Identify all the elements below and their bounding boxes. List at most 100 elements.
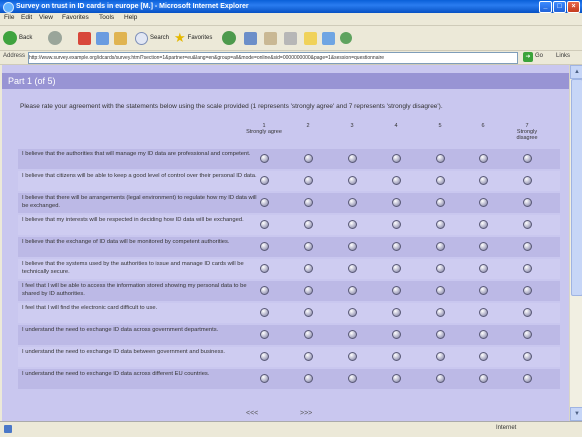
rating-radio-6[interactable] <box>479 242 488 251</box>
rating-radio-2[interactable] <box>304 220 313 229</box>
rating-radio-2[interactable] <box>304 242 313 251</box>
menu-view[interactable]: View <box>39 14 53 21</box>
rating-radio-5[interactable] <box>436 286 445 295</box>
rating-radio-3[interactable] <box>348 220 357 229</box>
home-button[interactable] <box>114 30 127 46</box>
rating-radio-5[interactable] <box>436 242 445 251</box>
rating-radio-4[interactable] <box>392 264 401 273</box>
menu-favorites[interactable]: Favorites <box>62 14 89 21</box>
rating-radio-3[interactable] <box>348 242 357 251</box>
rating-radio-1[interactable] <box>260 330 269 339</box>
rating-radio-5[interactable] <box>436 352 445 361</box>
discuss-button[interactable] <box>322 30 335 46</box>
rating-radio-6[interactable] <box>479 330 488 339</box>
refresh-button[interactable] <box>96 30 109 46</box>
rating-radio-6[interactable] <box>479 154 488 163</box>
rating-radio-4[interactable] <box>392 286 401 295</box>
rating-radio-4[interactable] <box>392 220 401 229</box>
rating-radio-1[interactable] <box>260 198 269 207</box>
scroll-down-icon[interactable]: ▼ <box>570 407 582 421</box>
rating-radio-2[interactable] <box>304 308 313 317</box>
menu-edit[interactable]: Edit <box>21 14 32 21</box>
rating-radio-7[interactable] <box>523 330 532 339</box>
rating-radio-4[interactable] <box>392 374 401 383</box>
rating-radio-2[interactable] <box>304 264 313 273</box>
rating-radio-3[interactable] <box>348 286 357 295</box>
links-button[interactable]: Links <box>556 53 570 59</box>
rating-radio-2[interactable] <box>304 198 313 207</box>
address-input[interactable]: http://www.survey.example.org/idcards/su… <box>28 52 518 64</box>
rating-radio-6[interactable] <box>479 352 488 361</box>
rating-radio-2[interactable] <box>304 330 313 339</box>
rating-radio-1[interactable] <box>260 286 269 295</box>
vertical-scrollbar[interactable]: ▲ ▼ <box>569 65 582 421</box>
search-button[interactable]: Search <box>135 30 169 46</box>
rating-radio-7[interactable] <box>523 286 532 295</box>
rating-radio-3[interactable] <box>348 198 357 207</box>
rating-radio-6[interactable] <box>479 374 488 383</box>
rating-radio-6[interactable] <box>479 286 488 295</box>
rating-radio-3[interactable] <box>348 264 357 273</box>
rating-radio-1[interactable] <box>260 220 269 229</box>
rating-radio-2[interactable] <box>304 286 313 295</box>
rating-radio-6[interactable] <box>479 308 488 317</box>
rating-radio-1[interactable] <box>260 308 269 317</box>
rating-radio-3[interactable] <box>348 352 357 361</box>
rating-radio-6[interactable] <box>479 198 488 207</box>
rating-radio-7[interactable] <box>523 264 532 273</box>
mail-button[interactable] <box>264 30 277 46</box>
go-arrow-icon[interactable]: ➜ <box>523 52 533 62</box>
rating-radio-3[interactable] <box>348 154 357 163</box>
rating-radio-2[interactable] <box>304 352 313 361</box>
rating-radio-5[interactable] <box>436 330 445 339</box>
messenger-button[interactable] <box>340 30 352 46</box>
rating-radio-7[interactable] <box>523 308 532 317</box>
edit-button[interactable] <box>304 30 317 46</box>
next-page-link[interactable]: >>> <box>300 410 312 417</box>
rating-radio-5[interactable] <box>436 198 445 207</box>
rating-radio-2[interactable] <box>304 154 313 163</box>
rating-radio-5[interactable] <box>436 264 445 273</box>
close-button[interactable]: × <box>567 1 580 13</box>
menu-help[interactable]: Help <box>124 14 137 21</box>
rating-radio-7[interactable] <box>523 352 532 361</box>
menu-file[interactable]: File <box>4 14 14 21</box>
maximize-button[interactable]: □ <box>553 1 566 13</box>
rating-radio-5[interactable] <box>436 374 445 383</box>
rating-radio-6[interactable] <box>479 220 488 229</box>
rating-radio-7[interactable] <box>523 176 532 185</box>
rating-radio-6[interactable] <box>479 176 488 185</box>
rating-radio-4[interactable] <box>392 330 401 339</box>
rating-radio-2[interactable] <box>304 176 313 185</box>
rating-radio-5[interactable] <box>436 154 445 163</box>
rating-radio-7[interactable] <box>523 374 532 383</box>
rating-radio-1[interactable] <box>260 154 269 163</box>
print-button[interactable] <box>284 30 297 46</box>
scroll-up-icon[interactable]: ▲ <box>570 65 582 79</box>
rating-radio-5[interactable] <box>436 308 445 317</box>
rating-radio-7[interactable] <box>523 220 532 229</box>
back-button[interactable]: Back <box>3 30 32 46</box>
rating-radio-5[interactable] <box>436 220 445 229</box>
rating-radio-1[interactable] <box>260 374 269 383</box>
rating-radio-4[interactable] <box>392 308 401 317</box>
rating-radio-4[interactable] <box>392 242 401 251</box>
previous-page-link[interactable]: <<< <box>246 410 258 417</box>
forward-button[interactable] <box>48 30 62 46</box>
rating-radio-3[interactable] <box>348 308 357 317</box>
rating-radio-7[interactable] <box>523 242 532 251</box>
rating-radio-1[interactable] <box>260 242 269 251</box>
scrollbar-thumb[interactable] <box>571 79 582 296</box>
rating-radio-7[interactable] <box>523 154 532 163</box>
rating-radio-3[interactable] <box>348 330 357 339</box>
rating-radio-1[interactable] <box>260 352 269 361</box>
menu-tools[interactable]: Tools <box>99 14 114 21</box>
favorites-button[interactable]: ★ Favorites <box>174 30 212 46</box>
rating-radio-3[interactable] <box>348 374 357 383</box>
rating-radio-7[interactable] <box>523 198 532 207</box>
go-button[interactable]: Go <box>535 53 543 59</box>
rating-radio-1[interactable] <box>260 264 269 273</box>
rating-radio-6[interactable] <box>479 264 488 273</box>
history-button[interactable] <box>244 30 257 46</box>
rating-radio-3[interactable] <box>348 176 357 185</box>
